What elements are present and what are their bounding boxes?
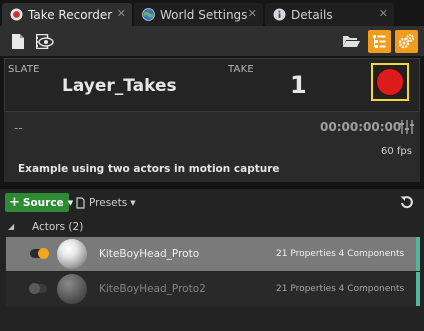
globe-icon [142, 8, 155, 21]
take-label: TAKE [228, 64, 254, 75]
source-button-label: Source [22, 196, 64, 209]
preset-file-icon [76, 196, 85, 209]
presets-button[interactable]: Presets ▼ [76, 194, 136, 211]
source-row[interactable]: KiteBoyHead_Proto 21 Properties 4 Compon… [6, 237, 420, 271]
gears-icon [398, 34, 414, 49]
source-enable-toggle[interactable] [29, 283, 47, 294]
chevron-down-icon: ▼ [130, 198, 136, 207]
tab-take-recorder[interactable]: Take Recorder ✕ [2, 3, 132, 26]
open-folder-icon[interactable] [341, 31, 361, 51]
row-accent-bar [416, 237, 420, 271]
tab-label: Details [291, 7, 333, 22]
tab-label: World Settings [160, 7, 248, 22]
tab-world-settings[interactable]: World Settings ✕ [134, 3, 263, 26]
actor-info: 21 Properties 4 Components [276, 284, 405, 294]
new-file-icon[interactable] [8, 31, 28, 51]
row-accent-bar [416, 272, 420, 306]
actors-group-label: Actors (2) [32, 221, 84, 233]
source-enable-toggle[interactable] [30, 248, 49, 259]
close-icon[interactable]: ✕ [117, 8, 126, 20]
take-recorder-icon [10, 8, 23, 21]
settings-button[interactable] [395, 30, 418, 53]
list-settings-icon [373, 35, 386, 48]
actor-info: 21 Properties 4 Components [276, 249, 405, 259]
add-source-button[interactable]: + Source ▼ [5, 193, 73, 212]
take-number-field[interactable]: 1 [290, 71, 307, 99]
slate-name-field[interactable]: Layer_Takes [62, 76, 177, 96]
collapse-arrow-icon[interactable]: ◢ [8, 222, 14, 231]
chevron-down-icon: ▼ [67, 198, 74, 207]
timecode: 00:00:00:00 [320, 120, 402, 134]
record-button[interactable] [371, 63, 409, 101]
tab-label: Take Recorder [28, 7, 113, 22]
actor-thumbnail [57, 239, 87, 269]
presets-button-label: Presets [89, 196, 128, 209]
source-row[interactable]: KiteBoyHead_Proto2 21 Properties 4 Compo… [6, 272, 420, 306]
actor-thumbnail [57, 274, 87, 304]
actors-group-header[interactable]: ◢ Actors (2) [0, 219, 424, 236]
close-icon[interactable]: ✕ [379, 8, 388, 20]
slate-label: SLATE [8, 64, 40, 75]
status-text: -- [14, 121, 23, 135]
tab-details[interactable]: Details ✕ [265, 3, 394, 26]
plus-icon: + [9, 195, 20, 210]
actor-name: KiteBoyHead_Proto2 [99, 283, 206, 295]
actor-name: KiteBoyHead_Proto [99, 248, 200, 260]
tab-bar: Take Recorder ✕ World Settings ✕ Details… [0, 0, 424, 26]
info-icon [273, 8, 286, 21]
review-icon[interactable] [35, 31, 55, 51]
toolbar [0, 26, 424, 56]
timecode-settings-icon[interactable] [400, 119, 414, 135]
list-settings-button[interactable] [368, 30, 391, 53]
take-description[interactable]: Example using two actors in motion captu… [18, 163, 280, 175]
close-icon[interactable]: ✕ [248, 8, 257, 20]
record-icon [377, 69, 403, 95]
fps-label[interactable]: 60 fps [381, 146, 412, 157]
revert-icon[interactable] [399, 194, 415, 210]
